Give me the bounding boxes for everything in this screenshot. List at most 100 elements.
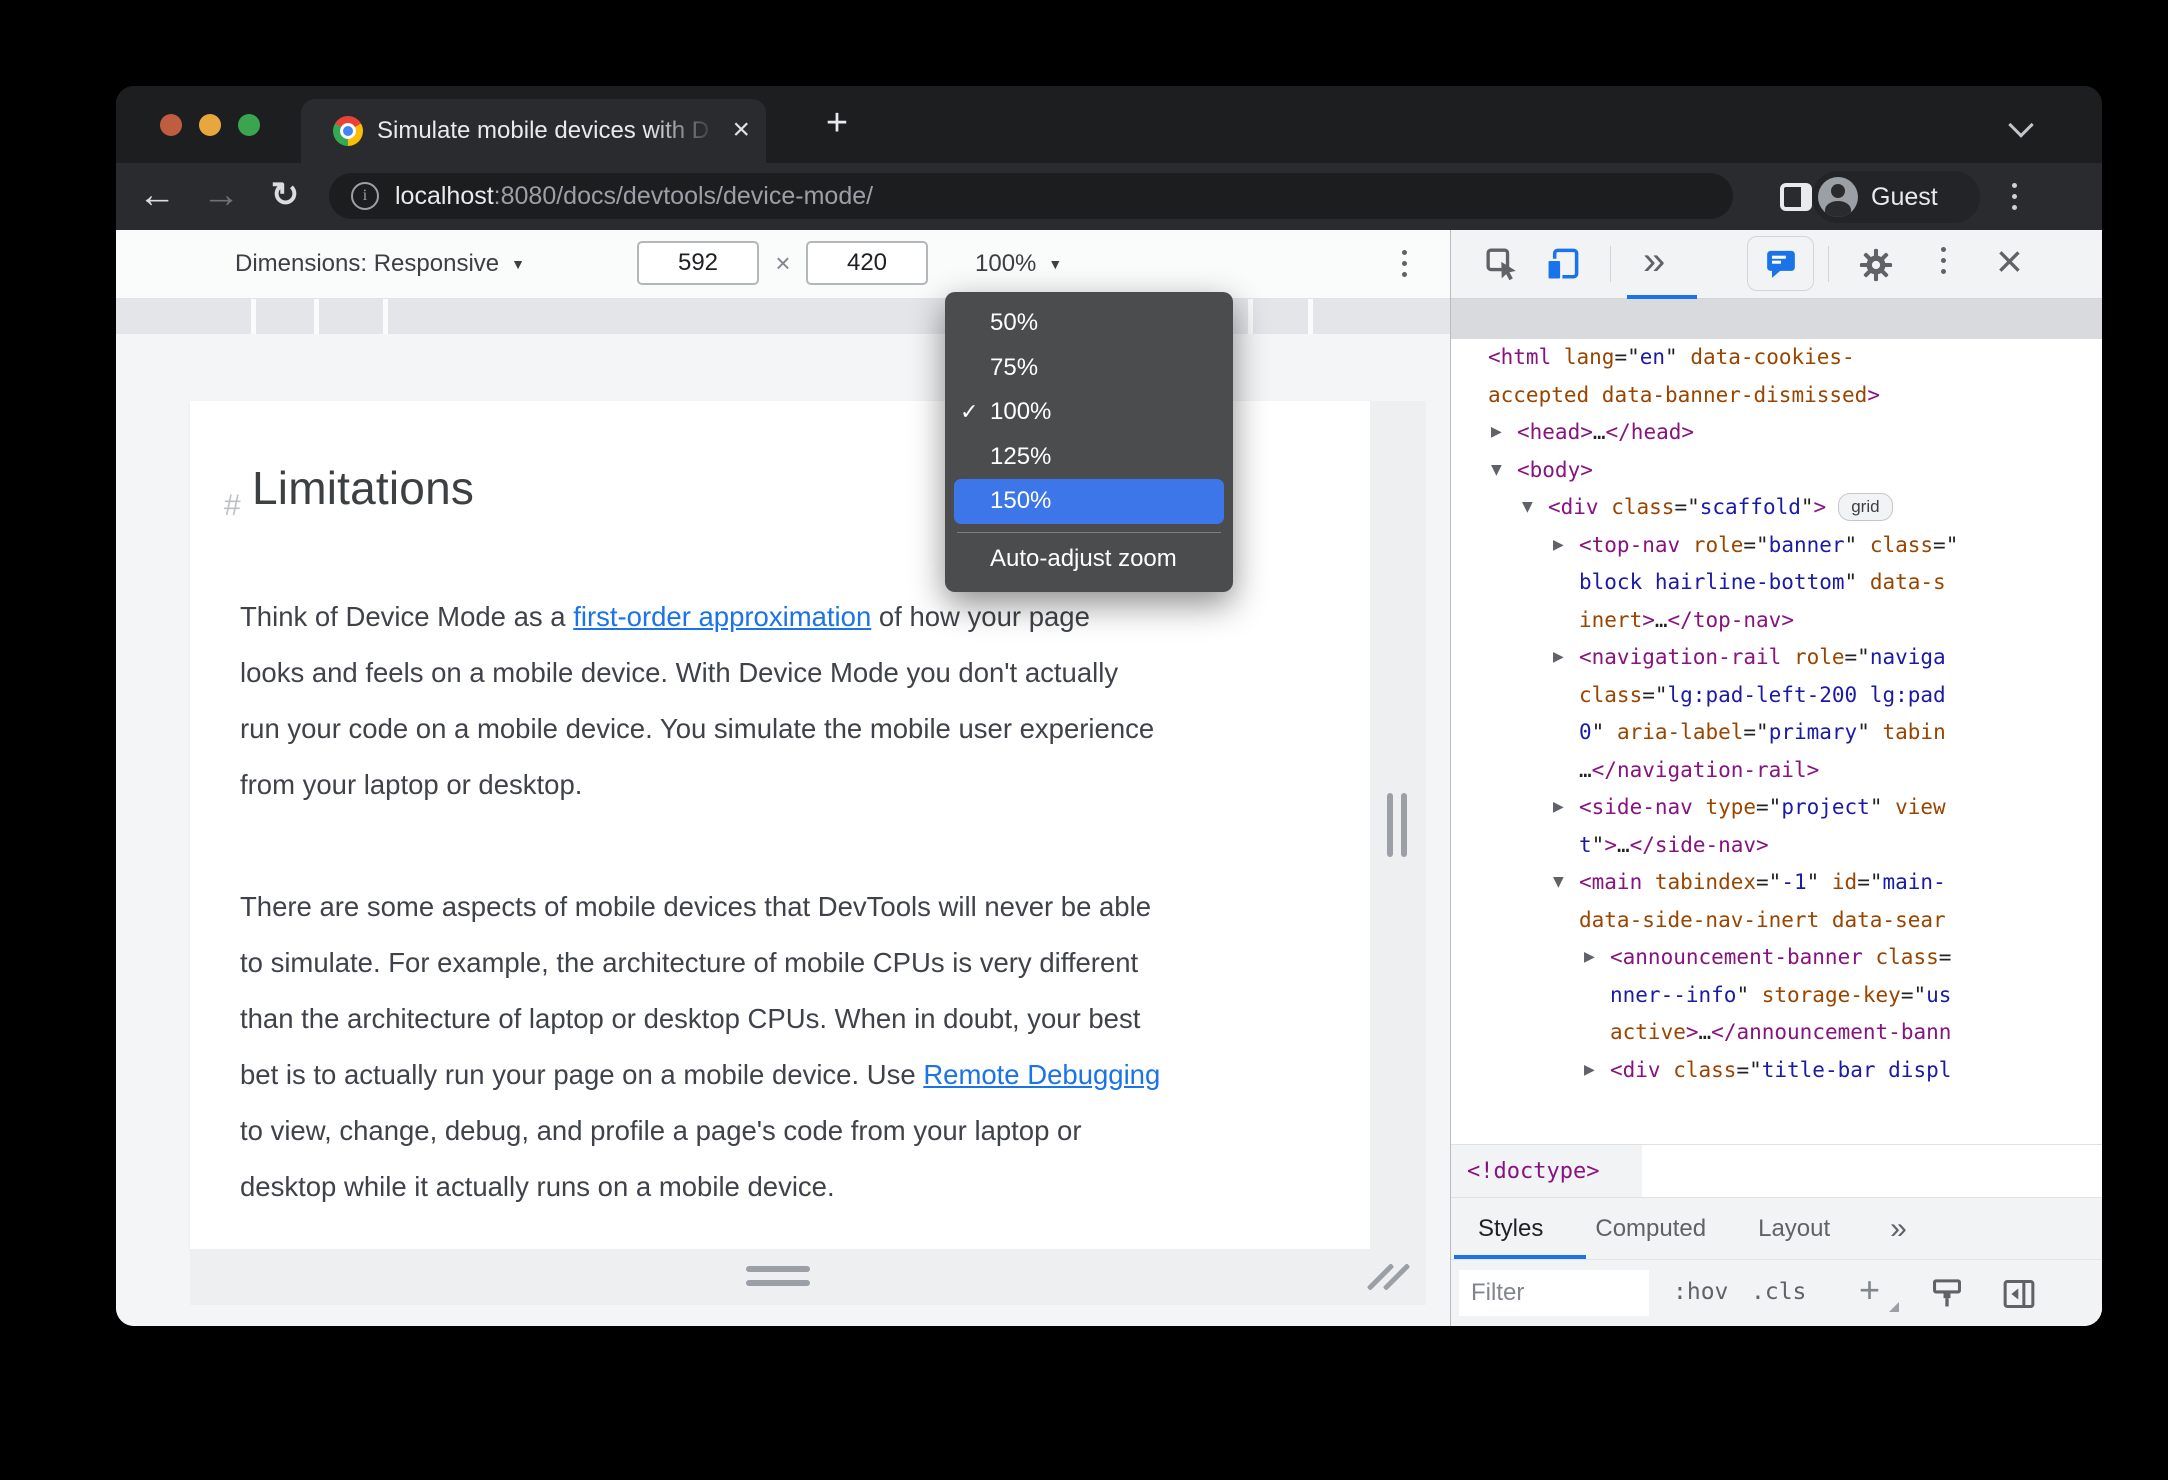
width-input[interactable] <box>637 241 759 285</box>
dom-tree-line[interactable]: t">…</side-nav> <box>1451 827 2102 865</box>
dom-tree-line[interactable]: ▶ <head>…</head> <box>1451 414 2102 452</box>
rendering-brush-icon[interactable] <box>1929 1276 1965 1312</box>
element-classes-button[interactable]: .cls <box>1751 1260 1806 1326</box>
dom-tree-line[interactable]: data-side-nav-inert data-sear <box>1451 902 2102 940</box>
avatar <box>1818 177 1858 217</box>
expand-arrow-icon[interactable]: ▶ <box>1553 789 1564 827</box>
url-host: localhost <box>395 181 494 210</box>
dom-tree-line[interactable]: ▶ <announcement-banner class= <box>1451 939 2102 977</box>
macos-minimize-button[interactable] <box>199 114 221 136</box>
browser-window: Simulate mobile devices with D × + ← → ↻… <box>116 86 2102 1326</box>
dom-tree-line[interactable]: inert>…</top-nav> <box>1451 602 2102 640</box>
side-panel-icon[interactable] <box>1780 183 1812 211</box>
expand-arrow-icon[interactable]: ▶ <box>1491 414 1502 452</box>
new-style-rule-button[interactable]: + <box>1859 1260 1880 1326</box>
url-bar[interactable]: i localhost :8080/docs/devtools/device-m… <box>329 173 1733 219</box>
new-tab-button[interactable]: + <box>809 92 865 156</box>
macos-maximize-button[interactable] <box>238 114 260 136</box>
tab-search-chevron-icon[interactable] <box>2008 112 2034 138</box>
devtools-tab-styles[interactable]: Styles <box>1478 1215 1543 1243</box>
devtools-close-icon[interactable]: × <box>1996 230 2023 296</box>
settings-gear-icon[interactable] <box>1857 246 1895 284</box>
article-body: Think of Device Mode as a first-order ap… <box>240 589 1160 1281</box>
dom-tree-line[interactable]: active>…</announcement-bann <box>1451 1014 2102 1052</box>
device-toolbar-menu-icon[interactable] <box>1402 250 1407 277</box>
zoom-dropdown[interactable]: 100% ▼ <box>975 230 1062 297</box>
reload-button[interactable]: ↻ <box>262 163 308 230</box>
dock-sidebar-icon[interactable] <box>2001 1276 2037 1312</box>
page-title: Limitations <box>252 462 475 514</box>
devtools-tab-computed[interactable]: Computed <box>1595 1215 1706 1243</box>
dom-tree-line[interactable]: ▶ <navigation-rail role="naviga <box>1451 639 2102 677</box>
expand-arrow-icon[interactable]: ▶ <box>1553 639 1564 677</box>
macos-close-button[interactable] <box>160 114 182 136</box>
dom-tree-line[interactable]: ▶ <side-nav type="project" view <box>1451 789 2102 827</box>
viewport-width-resize-handle[interactable] <box>1387 793 1407 857</box>
dom-selected-node[interactable]: •••<!DOCTYPE html> == $0 <box>1451 299 2102 371</box>
site-info-icon[interactable]: i <box>351 182 379 210</box>
zoom-menu-item[interactable]: 50% <box>945 301 1233 346</box>
styles-filter-input[interactable] <box>1459 1270 1649 1316</box>
back-button[interactable]: ← <box>134 163 180 230</box>
new-style-rule-corner <box>1889 1302 1899 1312</box>
devtools-tab-layout[interactable]: Layout <box>1758 1215 1830 1243</box>
toolbar-divider <box>1610 246 1611 282</box>
collapse-arrow-icon[interactable]: ▼ <box>1553 864 1564 902</box>
url-path: :8080/docs/devtools/device-mode/ <box>493 181 874 210</box>
dom-tree-line[interactable]: ▶ <top-nav role="banner" class=" <box>1451 527 2102 565</box>
text-link[interactable]: first-order approximation <box>573 601 871 632</box>
device-toolbar-toggle-icon[interactable] <box>1543 246 1581 284</box>
dom-tree-line[interactable]: ▼ <div class="scaffold"> grid <box>1451 489 2102 527</box>
feedback-button[interactable] <box>1747 236 1814 291</box>
collapse-arrow-icon[interactable]: ▼ <box>1522 489 1533 527</box>
dom-tree-line[interactable]: <html lang="en" data-cookies- <box>1451 339 2102 377</box>
media-query-bar <box>116 299 1450 334</box>
zoom-menu-item[interactable]: 125% <box>945 435 1233 480</box>
dimensions-dropdown[interactable]: Dimensions: Responsive ▼ <box>235 230 525 297</box>
dom-tree-line[interactable]: ▼ <body> <box>1451 452 2102 490</box>
grid-badge[interactable]: grid <box>1838 493 1893 521</box>
viewport-bottom-gutter <box>190 1249 1426 1305</box>
auto-adjust-zoom-item[interactable]: Auto-adjust zoom <box>945 533 1233 581</box>
breadcrumb[interactable]: <!doctype> <box>1451 1145 1642 1197</box>
expand-arrow-icon[interactable]: ▶ <box>1584 939 1595 977</box>
inspect-element-icon[interactable] <box>1484 246 1520 282</box>
dom-tree-line[interactable]: ▶ <div class="title-bar displ <box>1451 1052 2102 1090</box>
forward-button[interactable]: → <box>198 163 244 230</box>
dom-tree-line[interactable]: …</navigation-rail> <box>1451 752 2102 790</box>
zoom-menu-items: 50% 75% ✓ 100% 125% 150% <box>945 301 1233 524</box>
zoom-menu-item[interactable]: 150% <box>954 479 1224 524</box>
more-panels-icon[interactable]: » <box>1643 230 1665 296</box>
dom-tree-line[interactable]: accepted data-banner-dismissed> <box>1451 377 2102 415</box>
chevron-down-icon: ▼ <box>511 256 525 272</box>
dom-tree-line[interactable]: 0" aria-label="primary" tabin <box>1451 714 2102 752</box>
tab-close-icon[interactable]: × <box>732 99 750 163</box>
window-controls <box>160 114 260 136</box>
dimension-separator: × <box>775 248 791 278</box>
profile-button[interactable]: Guest <box>1812 171 1980 223</box>
dom-tree-line[interactable]: block hairline-bottom" data-s <box>1451 564 2102 602</box>
toggle-pseudo-classes-button[interactable]: :hov <box>1673 1260 1728 1326</box>
dom-tree-line[interactable]: ▼ <main tabindex="-1" id="main- <box>1451 864 2102 902</box>
heading-anchor[interactable]: # <box>224 489 241 523</box>
dom-tree-line[interactable]: class="lg:pad-left-200 lg:pad <box>1451 677 2102 715</box>
devtools-menu-icon[interactable] <box>1941 247 1946 274</box>
zoom-menu-item[interactable]: ✓ 100% <box>945 390 1233 435</box>
expand-arrow-icon[interactable]: ▶ <box>1584 1052 1595 1090</box>
browser-tab[interactable]: Simulate mobile devices with D × <box>301 99 766 163</box>
height-input[interactable] <box>806 241 928 285</box>
more-tabs-icon[interactable]: » <box>1890 1212 1907 1246</box>
collapse-arrow-icon[interactable]: ▼ <box>1491 452 1502 490</box>
dom-tree-line[interactable]: nner--info" storage-key="us <box>1451 977 2102 1015</box>
zoom-menu-item[interactable]: 75% <box>945 346 1233 391</box>
text-link[interactable]: Remote Debugging <box>923 1059 1160 1090</box>
zoom-menu: 50% 75% ✓ 100% 125% 150% Auto-adjust zoom <box>945 292 1233 592</box>
viewport-height-resize-handle[interactable] <box>746 1266 810 1294</box>
browser-menu-icon[interactable] <box>2012 183 2017 210</box>
tab-title: Simulate mobile devices with D <box>377 117 710 144</box>
feedback-chat-icon <box>1766 250 1795 278</box>
paragraph: Think of Device Mode as a first-order ap… <box>240 601 1155 800</box>
active-panel-indicator <box>1627 295 1697 299</box>
viewport-corner-resize-handle[interactable] <box>1366 1255 1412 1299</box>
expand-arrow-icon[interactable]: ▶ <box>1553 527 1564 565</box>
